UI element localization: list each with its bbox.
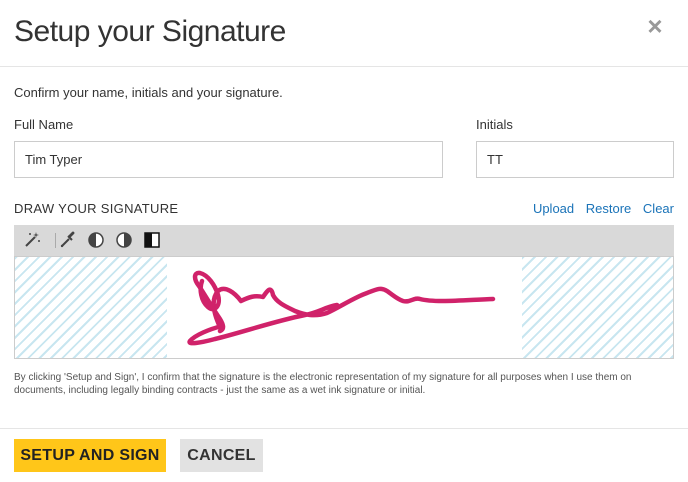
intro-text: Confirm your name, initials and your sig… (14, 85, 283, 100)
dialog-header: Setup your Signature × (0, 0, 688, 67)
upload-link[interactable]: Upload (533, 201, 574, 216)
contrast-low-icon[interactable] (87, 231, 105, 249)
eyedropper-icon[interactable] (59, 231, 77, 249)
close-icon[interactable]: × (645, 13, 665, 39)
restore-link[interactable]: Restore (586, 201, 632, 216)
initials-field[interactable] (476, 141, 674, 178)
signature-drawing (187, 270, 496, 346)
signature-canvas[interactable] (14, 256, 674, 359)
signature-links: Upload Restore Clear (525, 201, 674, 216)
magic-wand-icon[interactable] (23, 231, 41, 249)
signature-toolbar (14, 225, 674, 256)
full-name-label: Full Name (14, 117, 74, 132)
footer-divider (0, 428, 688, 429)
setup-and-sign-button[interactable]: SETUP AND SIGN (14, 439, 166, 472)
dialog-title: Setup your Signature (14, 15, 286, 48)
draw-signature-title: DRAW YOUR SIGNATURE (14, 201, 179, 216)
toolbar-divider (55, 233, 56, 248)
cancel-button[interactable]: CANCEL (180, 439, 263, 472)
signature-dialog: Setup your Signature × Confirm your name… (0, 0, 688, 482)
initials-label: Initials (476, 117, 513, 132)
clear-link[interactable]: Clear (643, 201, 674, 216)
legal-disclaimer: By clicking 'Setup and Sign', I confirm … (14, 372, 632, 396)
full-name-field[interactable] (14, 141, 443, 178)
contrast-high-icon[interactable] (143, 231, 161, 249)
contrast-medium-icon[interactable] (115, 231, 133, 249)
